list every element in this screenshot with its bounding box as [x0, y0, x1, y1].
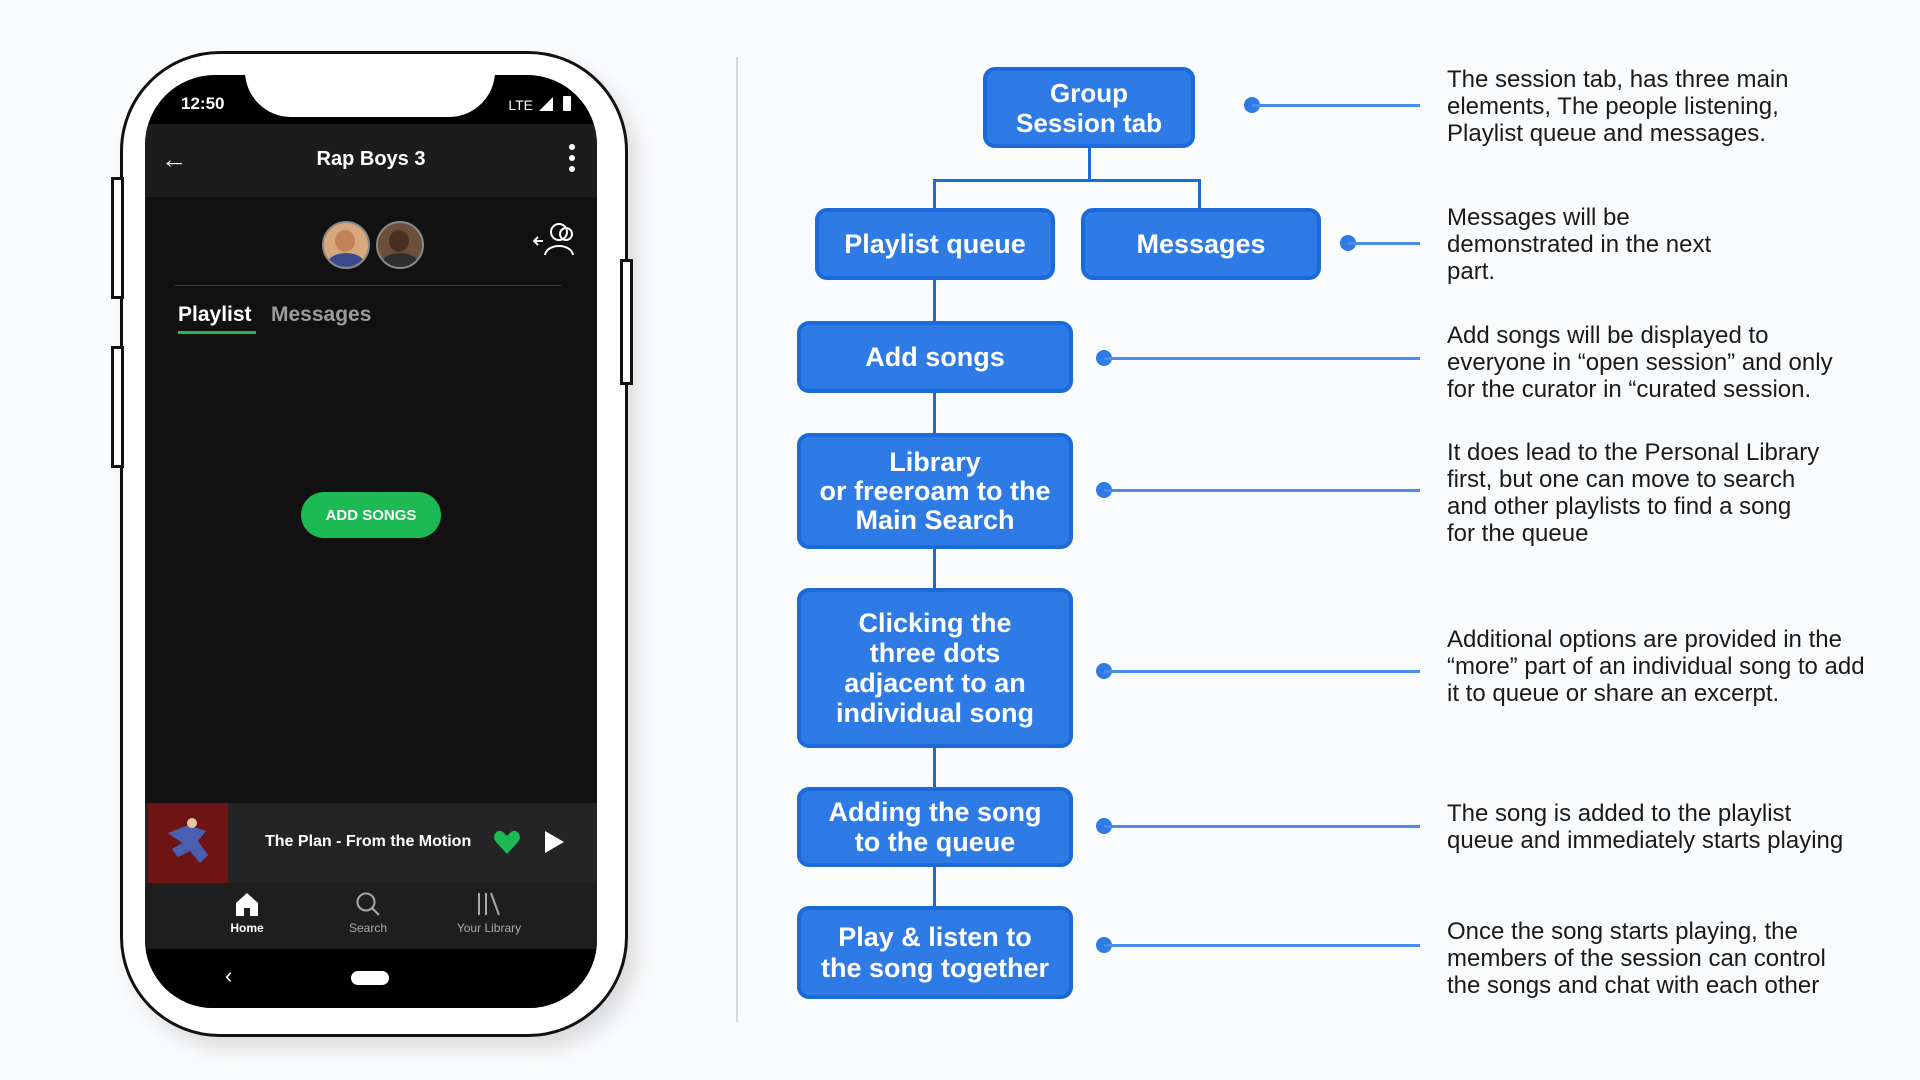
- battery-icon: [563, 96, 571, 111]
- connector: [1088, 148, 1091, 180]
- avatar[interactable]: [322, 221, 370, 269]
- status-network: LTE: [508, 97, 533, 113]
- phone-power-button: [620, 259, 633, 385]
- connector: [933, 393, 936, 433]
- add-people-icon[interactable]: [533, 221, 577, 259]
- tab-messages[interactable]: Messages: [271, 303, 371, 327]
- system-home-pill[interactable]: [351, 971, 389, 985]
- tab-active-indicator: [178, 331, 256, 334]
- nav-search[interactable]: Search: [318, 883, 418, 949]
- nav-library[interactable]: Your Library: [439, 883, 539, 949]
- connector: [933, 280, 936, 321]
- bottom-nav: Home Search Your Library: [145, 883, 597, 949]
- note-messages: Messages will be demonstrated in the nex…: [1447, 204, 1712, 285]
- more-vert-icon[interactable]: [569, 144, 575, 178]
- node-adding-song: Adding the song to the queue: [797, 787, 1073, 867]
- connector: [933, 179, 1201, 182]
- pointer-line: [1104, 489, 1420, 492]
- signal-icon: [539, 97, 553, 111]
- phone-side-button-upper: [111, 177, 124, 299]
- connector: [933, 549, 936, 588]
- phone-screen: 12:50 LTE ← Rap Boys 3 Playlist Messages…: [145, 75, 597, 1008]
- nav-library-label: Your Library: [456, 921, 522, 935]
- connector: [933, 748, 936, 787]
- system-back-icon[interactable]: ‹: [225, 963, 232, 989]
- nav-home[interactable]: Home: [197, 883, 297, 949]
- add-songs-button[interactable]: ADD SONGS: [301, 492, 441, 538]
- library-icon: [478, 892, 500, 916]
- node-group-session-tab: Group Session tab: [983, 67, 1195, 148]
- nav-search-label: Search: [348, 921, 388, 935]
- nav-home-label: Home: [230, 921, 264, 935]
- node-play-together: Play & listen to the song together: [797, 906, 1073, 999]
- status-time: 12:50: [181, 94, 225, 113]
- note-add-songs: Add songs will be displayed to everyone …: [1447, 322, 1833, 403]
- play-icon[interactable]: [545, 831, 564, 853]
- connector: [933, 867, 936, 906]
- now-playing-title: The Plan - From the Motion: [265, 833, 472, 850]
- note-library: It does lead to the Personal Library fir…: [1447, 439, 1820, 547]
- avatar[interactable]: [376, 221, 424, 269]
- home-icon: [236, 893, 258, 916]
- node-three-dots: Clicking the three dots adjacent to an i…: [797, 588, 1073, 748]
- system-nav-bar: ‹: [145, 949, 597, 1008]
- tab-playlist[interactable]: Playlist: [178, 303, 252, 327]
- phone-notch: [245, 75, 495, 117]
- connector: [1198, 179, 1201, 208]
- now-playing-bar[interactable]: The Plan - From the Motion: [145, 803, 597, 883]
- note-group-session: The session tab, has three main elements…: [1447, 66, 1789, 147]
- app-header: ← Rap Boys 3: [145, 124, 597, 197]
- node-add-songs: Add songs: [797, 321, 1073, 393]
- node-library: Library or freeroam to the Main Search: [797, 433, 1073, 549]
- heart-icon[interactable]: [493, 829, 521, 855]
- search-icon: [356, 892, 380, 916]
- pointer-line: [1252, 104, 1420, 107]
- node-messages: Messages: [1081, 208, 1321, 280]
- divider: [175, 285, 561, 286]
- phone-side-button-lower: [111, 346, 124, 468]
- connector: [933, 179, 936, 208]
- pointer-line: [1104, 670, 1420, 673]
- pointer-line: [1104, 944, 1420, 947]
- pointer-line: [1104, 357, 1420, 360]
- node-playlist-queue: Playlist queue: [815, 208, 1055, 280]
- note-play-together: Once the song starts playing, the member…: [1447, 918, 1826, 999]
- note-adding-song: The song is added to the playlist queue …: [1447, 800, 1844, 854]
- vertical-separator: [736, 57, 738, 1022]
- pointer-line: [1104, 825, 1420, 828]
- album-art: [148, 803, 228, 883]
- note-three-dots: Additional options are provided in the “…: [1447, 626, 1865, 707]
- pointer-line: [1348, 242, 1420, 245]
- playlist-title: Rap Boys 3: [316, 148, 426, 170]
